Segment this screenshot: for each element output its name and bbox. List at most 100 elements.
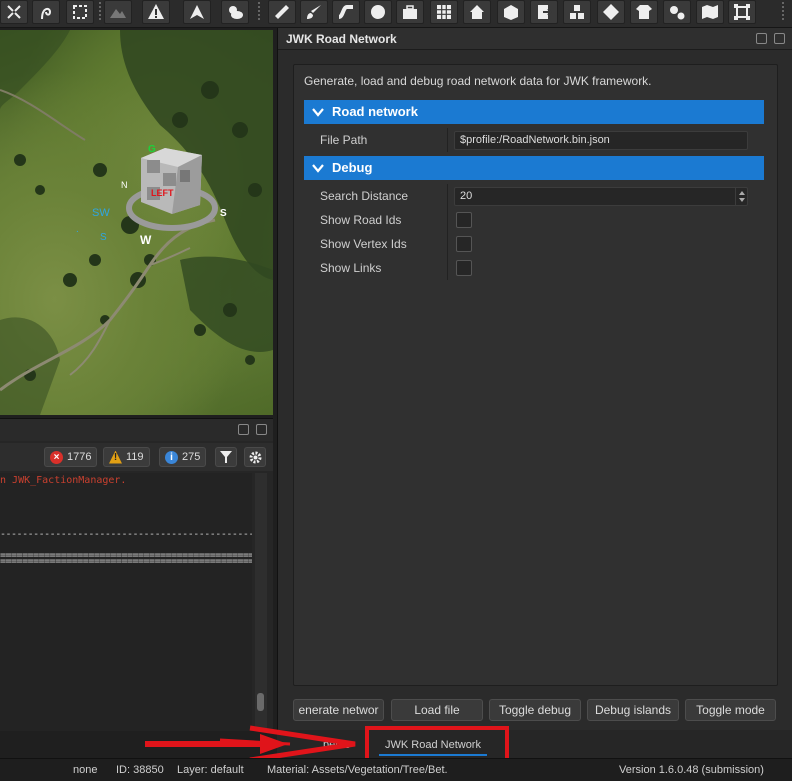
undock-icon[interactable] xyxy=(756,33,767,44)
show-links-label: Show Links xyxy=(320,261,382,275)
warning-icon: ! xyxy=(109,450,122,464)
section-debug[interactable]: Debug xyxy=(304,156,764,180)
close-icon[interactable] xyxy=(256,424,267,435)
show-links-checkbox[interactable] xyxy=(456,260,472,276)
console-scrollbar[interactable] xyxy=(255,473,267,731)
curve-icon[interactable] xyxy=(32,0,60,24)
console-header xyxy=(0,419,273,441)
status-selection: none xyxy=(73,764,98,776)
terrain-view: LEFT W S N G SW S . xyxy=(0,30,273,415)
selection-icon[interactable] xyxy=(66,0,94,24)
gizmo-axis-label: . xyxy=(76,224,79,235)
error-count: 1776 xyxy=(67,451,92,463)
show-road-ids-label: Show Road Ids xyxy=(320,213,402,227)
grid-icon[interactable] xyxy=(430,0,458,24)
file-path-input[interactable]: $profile:/RoadNetwork.bin.json xyxy=(454,131,748,150)
spin-arrows-icon xyxy=(739,191,745,202)
panel-content: Generate, load and debug road network da… xyxy=(293,64,778,686)
file-path-row: File Path $profile:/RoadNetwork.bin.json xyxy=(304,128,764,152)
scrollbar-thumb[interactable] xyxy=(257,693,264,711)
toggle-debug-button[interactable]: Toggle debug xyxy=(489,699,581,721)
section-label: Road network xyxy=(332,104,418,119)
house-tool-icon[interactable] xyxy=(463,0,491,24)
shirt-icon[interactable] xyxy=(630,0,658,24)
console-panel: × 1776 ! 119 i 275 in JWK_FactionManager… xyxy=(0,418,273,731)
row-divider xyxy=(447,256,448,280)
main-toolbar xyxy=(0,0,792,28)
frame-icon[interactable] xyxy=(728,0,756,24)
undock-icon[interactable] xyxy=(238,424,249,435)
status-entity-id: ID: 38850 xyxy=(116,764,164,776)
panel-title: JWK Road Network xyxy=(278,28,792,50)
boxes-icon[interactable] xyxy=(563,0,591,24)
console-settings-button[interactable] xyxy=(244,447,266,467)
info-count: 275 xyxy=(182,451,201,463)
filter-button[interactable] xyxy=(215,447,237,467)
file-path-label: File Path xyxy=(320,133,368,147)
generate-network-button[interactable]: enerate networ xyxy=(293,699,384,721)
show-vertex-ids-checkbox[interactable] xyxy=(456,236,472,252)
status-material: Material: Assets/Vegetation/Tree/Bet. xyxy=(267,764,448,776)
weather-icon[interactable] xyxy=(221,0,249,24)
hazard-icon[interactable] xyxy=(142,0,170,24)
compass-north: N xyxy=(121,180,128,190)
chevron-down-icon xyxy=(312,164,324,173)
diamond-icon[interactable] xyxy=(597,0,625,24)
status-bar: none ID: 38850 Layer: default Material: … xyxy=(0,758,792,781)
box-icon[interactable] xyxy=(497,0,525,24)
error-filter[interactable]: × 1776 xyxy=(44,447,98,467)
road-network-panel: JWK Road Network Generate, load and debu… xyxy=(277,28,792,730)
gizmo-cube[interactable]: LEFT xyxy=(141,148,202,214)
log-line: ----------------------------------------… xyxy=(0,529,252,540)
toggle-mode-button[interactable]: Toggle mode xyxy=(685,699,776,721)
show-links-row: Show Links xyxy=(304,256,764,280)
gear-icon xyxy=(249,451,261,463)
chevron-down-icon xyxy=(312,108,324,117)
toolbox-icon[interactable] xyxy=(396,0,424,24)
close-icon[interactable] xyxy=(774,33,785,44)
warning-count: 119 xyxy=(126,451,144,463)
brush-icon[interactable] xyxy=(300,0,328,24)
show-road-ids-checkbox[interactable] xyxy=(456,212,472,228)
status-version: Version 1.6.0.48 (submission) xyxy=(619,764,764,776)
status-layer: Layer: default xyxy=(177,764,244,776)
toolbar-separator xyxy=(782,2,784,22)
info-icon: i xyxy=(165,450,178,464)
map-icon[interactable] xyxy=(696,0,724,24)
search-distance-label: Search Distance xyxy=(320,189,409,203)
terrain-icon[interactable] xyxy=(104,0,132,24)
info-filter[interactable]: i 275 xyxy=(159,447,207,467)
console-log[interactable]: in JWK_FactionManager. -----------------… xyxy=(0,473,252,731)
console-filter-bar: × 1776 ! 119 i 275 xyxy=(0,443,273,471)
show-road-ids-row: Show Road Ids xyxy=(304,208,764,232)
load-file-button[interactable]: Load file xyxy=(391,699,483,721)
search-distance-input[interactable]: 20 xyxy=(454,187,748,206)
section-road-network[interactable]: Road network xyxy=(304,100,764,124)
show-vertex-ids-label: Show Vertex Ids xyxy=(320,237,407,251)
compass-west: W xyxy=(140,233,152,247)
debug-islands-button[interactable]: Debug islands xyxy=(587,699,679,721)
export-icon[interactable] xyxy=(530,0,558,24)
world-viewport[interactable]: LEFT W S N G SW S . xyxy=(0,30,273,415)
error-icon: × xyxy=(50,450,63,464)
row-divider xyxy=(447,208,448,232)
sphere-icon[interactable] xyxy=(364,0,392,24)
row-divider xyxy=(447,128,448,152)
snap-icon[interactable] xyxy=(0,0,28,24)
spin-stepper[interactable] xyxy=(735,188,747,205)
gizmo-axis-label: S xyxy=(100,232,107,243)
toolbar-separator xyxy=(99,2,101,22)
gizmo-axis-label: SW xyxy=(92,207,110,219)
ruler-icon[interactable] xyxy=(268,0,296,24)
road-icon[interactable] xyxy=(332,0,360,24)
log-line: ========================================… xyxy=(0,556,252,567)
section-label: Debug xyxy=(332,160,373,175)
search-distance-value: 20 xyxy=(460,190,473,202)
panel-description: Generate, load and debug road network da… xyxy=(304,74,652,88)
gizmo-axis-y: G xyxy=(148,144,156,155)
row-divider xyxy=(447,184,448,208)
toolbar-separator xyxy=(258,2,260,22)
gears-icon[interactable] xyxy=(663,0,691,24)
warning-filter[interactable]: ! 119 xyxy=(103,447,150,467)
triangle-icon[interactable] xyxy=(183,0,211,24)
